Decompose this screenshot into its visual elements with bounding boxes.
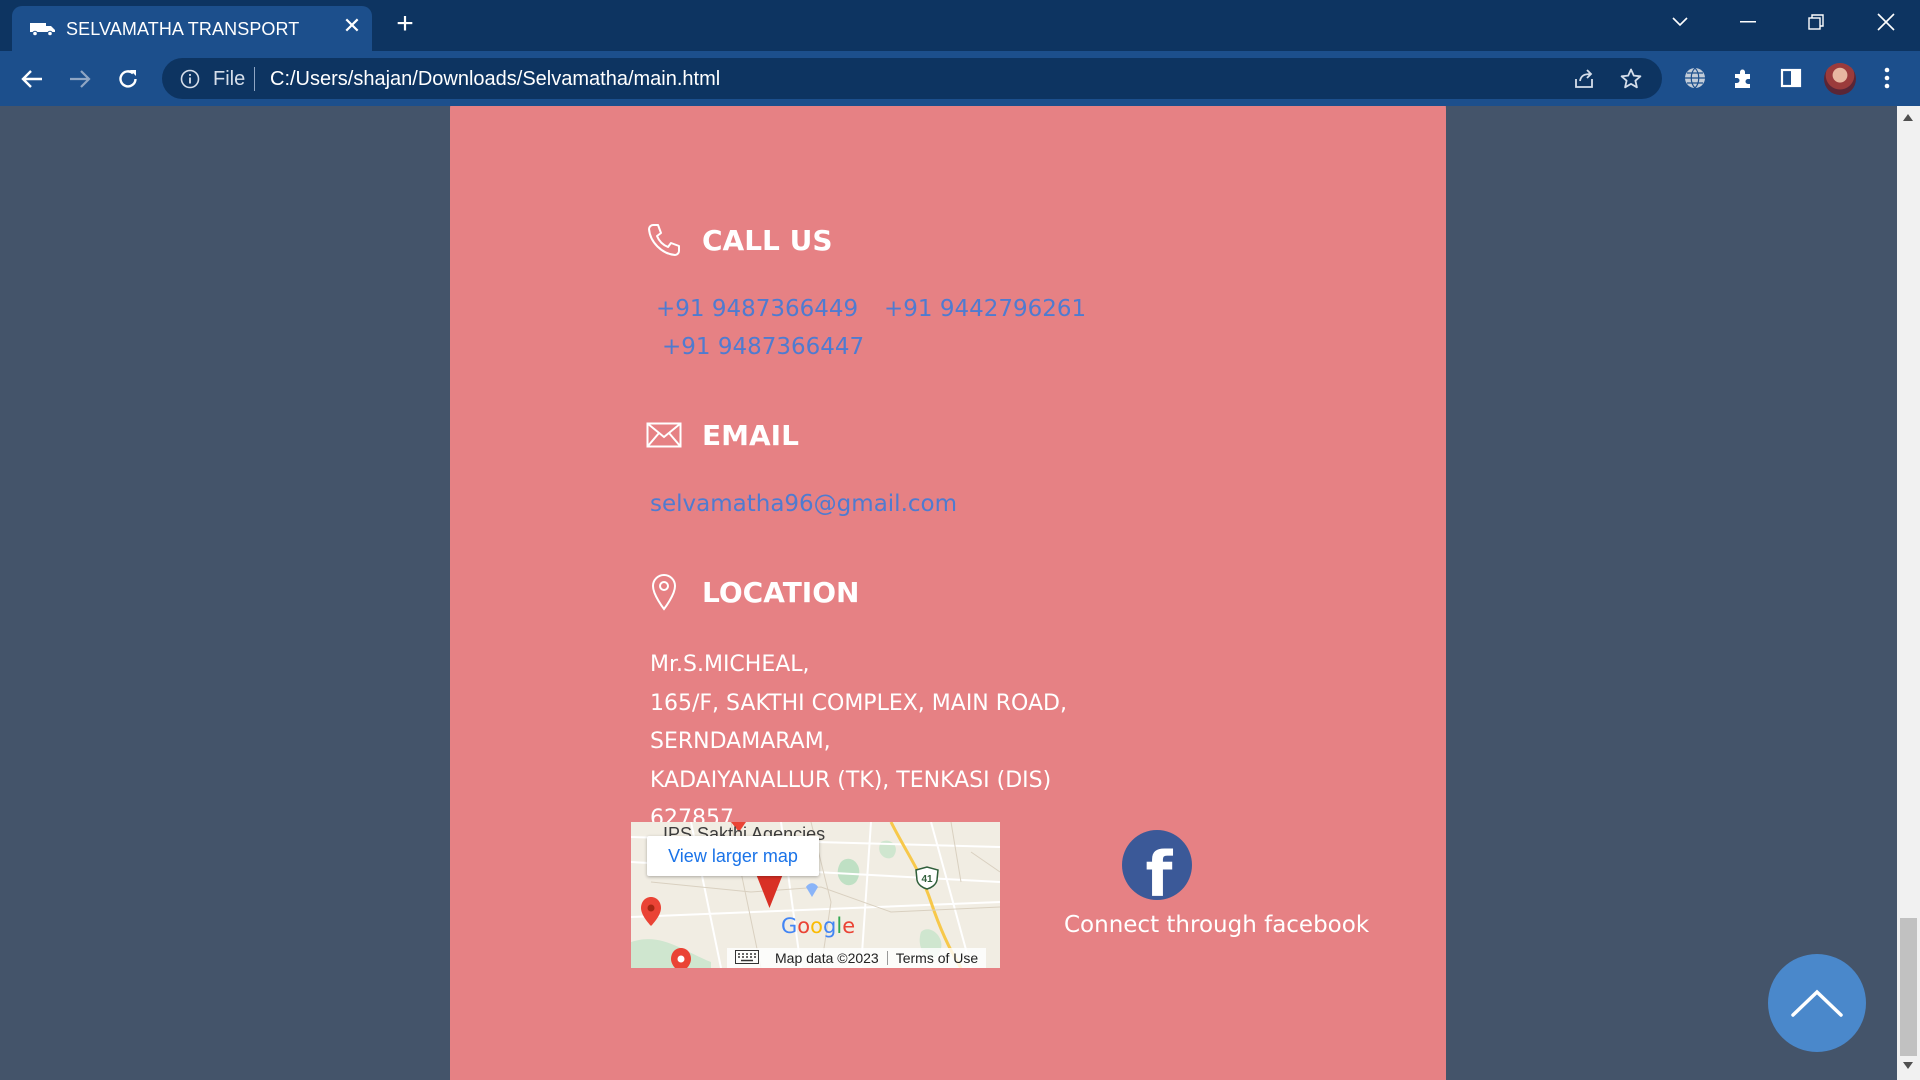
reload-icon[interactable]: [112, 63, 144, 95]
phone-icon: [644, 220, 684, 260]
address-line: SERNDAMARAM,: [650, 729, 831, 754]
address-line: 165/F, SAKTHI COMPLEX, MAIN ROAD,: [650, 690, 1067, 716]
tab-title: SELVAMATHA TRANSPORT: [66, 19, 300, 39]
back-arrow-icon[interactable]: [16, 63, 48, 95]
email-title: EMAIL: [702, 418, 799, 452]
call-us-title: CALL US: [702, 223, 833, 257]
route-number: 41: [921, 874, 933, 885]
google-logo: Google: [781, 914, 856, 938]
bookmark-star-icon[interactable]: [1619, 67, 1643, 91]
address-bar[interactable]: File C:/Users/shajan/Downloads/Selvamath…: [162, 58, 1662, 99]
google-map-embed[interactable]: IPS Sakthi Agencies View larger map 41 G…: [631, 822, 1000, 968]
url-separator: [254, 67, 255, 91]
chevron-up-icon: [1791, 989, 1843, 1017]
minimize-icon[interactable]: [1718, 0, 1778, 44]
tab-close-icon[interactable]: ✕: [340, 13, 364, 38]
scroll-up-arrow-icon[interactable]: [1903, 114, 1913, 121]
profile-avatar[interactable]: [1824, 63, 1856, 95]
address-block: Mr.S.MICHEAL, 165/F, SAKTHI COMPLEX, MAI…: [650, 646, 1067, 839]
email-link[interactable]: selvamatha96@gmail.com: [650, 491, 957, 517]
view-larger-map-link[interactable]: View larger map: [647, 836, 819, 876]
map-data-attribution: Map data ©2023: [775, 950, 879, 966]
globe-icon[interactable]: [1680, 63, 1710, 93]
envelope-icon: [644, 415, 684, 455]
tab-search-icon[interactable]: [1650, 0, 1710, 44]
contact-card: CALL US +91 9487366449 +91 9442796261 +9…: [450, 106, 1446, 1080]
map-footer: Map data ©2023 Terms of Use: [727, 948, 987, 968]
share-icon[interactable]: [1572, 67, 1596, 91]
phone-link-2[interactable]: +91 9442796261: [884, 296, 1086, 322]
phone-link-1[interactable]: +91 9487366449: [656, 296, 858, 322]
browser-tab-bar: SELVAMATHA TRANSPORT ✕ +: [0, 0, 1920, 51]
facebook-icon[interactable]: f: [1122, 830, 1192, 900]
scrollbar-thumb[interactable]: [1900, 918, 1917, 1056]
browser-toolbar: File C:/Users/shajan/Downloads/Selvamath…: [0, 51, 1920, 106]
map-terms-link[interactable]: Terms of Use: [888, 950, 986, 966]
extensions-puzzle-icon[interactable]: [1728, 63, 1758, 93]
side-panel-icon[interactable]: [1776, 63, 1806, 93]
new-tab-button[interactable]: +: [390, 9, 420, 40]
vertical-scrollbar[interactable]: [1897, 106, 1920, 1080]
browser-tab[interactable]: SELVAMATHA TRANSPORT ✕: [12, 6, 372, 51]
forward-arrow-icon[interactable]: [64, 63, 96, 95]
scroll-down-arrow-icon[interactable]: [1903, 1062, 1913, 1069]
facebook-connect-link[interactable]: Connect through facebook: [1064, 912, 1369, 938]
keyboard-icon[interactable]: [727, 949, 767, 967]
page-viewport: CALL US +91 9487366449 +91 9442796261 +9…: [0, 106, 1897, 1080]
menu-kebab-icon[interactable]: [1872, 63, 1902, 93]
email-heading: EMAIL: [644, 415, 799, 455]
address-line: KADAIYANALLUR (TK), TENKASI (DIS): [650, 767, 1052, 793]
restore-icon[interactable]: [1786, 0, 1846, 44]
url-text[interactable]: C:/Users/shajan/Downloads/Selvamatha/mai…: [270, 68, 720, 91]
close-window-icon[interactable]: [1856, 0, 1916, 44]
scroll-to-top-button[interactable]: [1768, 954, 1866, 1052]
facebook-glyph: f: [1145, 838, 1173, 901]
location-heading: LOCATION: [644, 572, 859, 612]
address-line: Mr.S.MICHEAL,: [650, 652, 810, 677]
truck-icon: [30, 23, 55, 36]
location-title: LOCATION: [702, 575, 860, 609]
call-us-heading: CALL US: [644, 220, 833, 260]
info-icon[interactable]: [180, 69, 200, 89]
url-scheme-label: File: [213, 68, 246, 90]
route-shield-icon: 41: [915, 866, 939, 890]
map-pin-icon: [644, 572, 684, 612]
phone-link-3[interactable]: +91 9487366447: [662, 334, 864, 360]
